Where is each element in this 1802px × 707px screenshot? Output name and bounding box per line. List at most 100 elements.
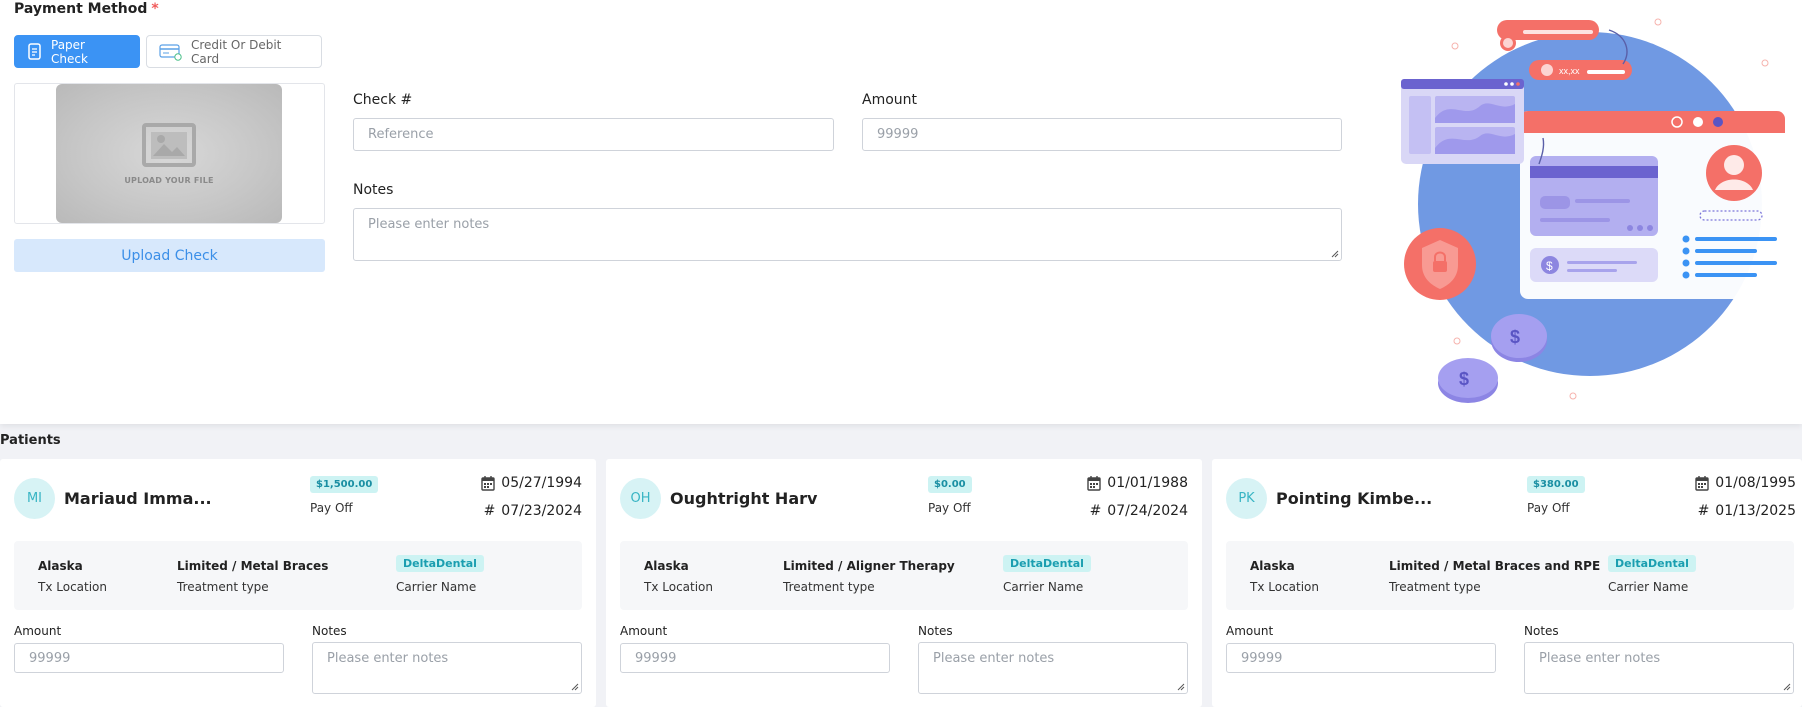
check-document-icon <box>27 42 43 61</box>
patient-card: OH Oughtright Harv $0.00 Pay Off 01/01/1… <box>606 459 1202 707</box>
notes-label: Notes <box>353 182 394 198</box>
hash-icon: # <box>1089 503 1102 519</box>
pay-status: Pay Off <box>310 501 353 515</box>
card-mask-text: xx,xx <box>1559 66 1580 76</box>
dob: 01/01/1988 <box>1107 475 1188 491</box>
check-number-input[interactable]: Reference <box>353 118 834 151</box>
avatar: OH <box>620 478 661 519</box>
dob-row: 05/27/1994 <box>481 475 582 491</box>
tx-location-label: Tx Location <box>1250 580 1319 594</box>
treatment-type-value: Limited / Metal Braces <box>177 559 329 573</box>
resize-handle-icon[interactable] <box>1177 683 1185 691</box>
payment-method-title-text: Payment Method <box>14 1 148 17</box>
amount-label: Amount <box>862 92 918 108</box>
carrier-name-label: Carrier Name <box>396 580 477 594</box>
patient-card: PK Pointing Kimbe... $380.00 Pay Off 01/… <box>1212 459 1802 707</box>
amount-badge: $0.00 <box>928 476 972 493</box>
upload-check-button[interactable]: Upload Check <box>14 239 325 272</box>
card-amount-input[interactable]: 99999 <box>14 643 284 673</box>
card-notes-label: Notes <box>1524 624 1559 638</box>
pay-status: Pay Off <box>928 501 971 515</box>
card-amount-label: Amount <box>1226 624 1274 638</box>
treatment-type-value: Limited / Aligner Therapy <box>783 559 955 573</box>
calendar-icon <box>1695 475 1709 491</box>
card-notes-label: Notes <box>312 624 347 638</box>
pay-status: Pay Off <box>1527 501 1570 515</box>
resize-handle-icon[interactable] <box>571 683 579 691</box>
payment-method-panel: Payment Method * Paper Check Credit Or De… <box>0 0 1802 424</box>
card-notes-textarea[interactable]: Please enter notes <box>312 642 582 694</box>
calendar-icon <box>1087 475 1101 491</box>
reference-date: 01/13/2025 <box>1715 503 1796 519</box>
notes-textarea[interactable]: Please enter notes <box>353 208 1342 261</box>
upload-caption: UPLOAD YOUR FILE <box>124 176 214 185</box>
patient-name[interactable]: Oughtright Harv <box>670 489 817 508</box>
reference-date: 07/23/2024 <box>501 503 582 519</box>
patient-info-box: Alaska Tx Location Limited / Metal Brace… <box>1226 541 1794 610</box>
credit-card-icon <box>159 43 183 61</box>
payment-method-title: Payment Method * <box>14 1 159 17</box>
card-notes-textarea[interactable]: Please enter notes <box>918 642 1188 694</box>
tx-location-label: Tx Location <box>644 580 713 594</box>
resize-handle-icon[interactable] <box>1783 683 1791 691</box>
hash-icon: # <box>483 503 496 519</box>
reference-date: 07/24/2024 <box>1107 503 1188 519</box>
card-amount-input[interactable]: 99999 <box>620 643 890 673</box>
amount-badge: $380.00 <box>1527 476 1585 493</box>
dob: 01/08/1995 <box>1715 475 1796 491</box>
reference-date-row: # 07/23/2024 <box>484 503 582 519</box>
patient-info-box: Alaska Tx Location Limited / Metal Brace… <box>14 541 582 610</box>
tx-location-value: Alaska <box>644 559 689 573</box>
card-amount-label: Amount <box>620 624 668 638</box>
dob: 05/27/1994 <box>501 475 582 491</box>
image-icon <box>141 122 197 168</box>
paper-check-button[interactable]: Paper Check <box>14 35 140 68</box>
carrier-badge: DeltaDental <box>1608 555 1696 572</box>
treatment-type-label: Treatment type <box>1389 580 1481 594</box>
dob-row: 01/01/1988 <box>1087 475 1188 491</box>
resize-handle-icon[interactable] <box>1331 250 1339 258</box>
carrier-badge: DeltaDental <box>1003 555 1091 572</box>
upload-placeholder-image: UPLOAD YOUR FILE <box>56 84 282 223</box>
carrier-badge: DeltaDental <box>396 555 484 572</box>
treatment-type-value: Limited / Metal Braces and RPE <box>1389 559 1601 573</box>
svg-text:$: $ <box>1459 369 1469 389</box>
card-notes-textarea[interactable]: Please enter notes <box>1524 642 1794 694</box>
required-mark: * <box>151 1 159 17</box>
dob-row: 01/08/1995 <box>1695 475 1796 491</box>
reference-date-row: # 07/24/2024 <box>1090 503 1188 519</box>
amount-badge: $1,500.00 <box>310 476 379 493</box>
card-amount-label: Amount <box>14 624 62 638</box>
hash-icon: # <box>1697 503 1710 519</box>
avatar: MI <box>14 478 55 519</box>
tx-location-value: Alaska <box>1250 559 1295 573</box>
credit-card-label: Credit Or Debit Card <box>191 37 282 66</box>
reference-date-row: # 01/13/2025 <box>1698 503 1796 519</box>
notes-placeholder: Please enter notes <box>368 217 490 232</box>
amount-input[interactable]: 99999 <box>862 118 1342 151</box>
check-upload-dropzone[interactable]: UPLOAD YOUR FILE <box>14 83 325 224</box>
calendar-icon <box>481 475 495 491</box>
svg-text:$: $ <box>1546 259 1553 273</box>
treatment-type-label: Treatment type <box>177 580 269 594</box>
avatar: PK <box>1226 478 1267 519</box>
patient-info-box: Alaska Tx Location Limited / Aligner The… <box>620 541 1188 610</box>
card-notes-label: Notes <box>918 624 953 638</box>
patient-card: MI Mariaud Imma... $1,500.00 Pay Off 05/… <box>0 459 596 707</box>
tx-location-value: Alaska <box>38 559 83 573</box>
patient-name[interactable]: Mariaud Imma... <box>64 489 212 508</box>
carrier-name-label: Carrier Name <box>1003 580 1084 594</box>
patient-name[interactable]: Pointing Kimbe... <box>1276 489 1432 508</box>
svg-text:$: $ <box>1510 327 1520 347</box>
carrier-name-label: Carrier Name <box>1608 580 1689 594</box>
check-number-label: Check # <box>353 92 413 108</box>
card-notes-placeholder: Please enter notes <box>327 651 449 666</box>
tx-location-label: Tx Location <box>38 580 107 594</box>
credit-card-button[interactable]: Credit Or Debit Card <box>146 35 322 68</box>
patients-section-title: Patients <box>0 433 61 448</box>
paper-check-label: Paper Check <box>51 37 88 66</box>
card-notes-placeholder: Please enter notes <box>933 651 1055 666</box>
card-amount-input[interactable]: 99999 <box>1226 643 1496 673</box>
card-notes-placeholder: Please enter notes <box>1539 651 1661 666</box>
treatment-type-label: Treatment type <box>783 580 875 594</box>
